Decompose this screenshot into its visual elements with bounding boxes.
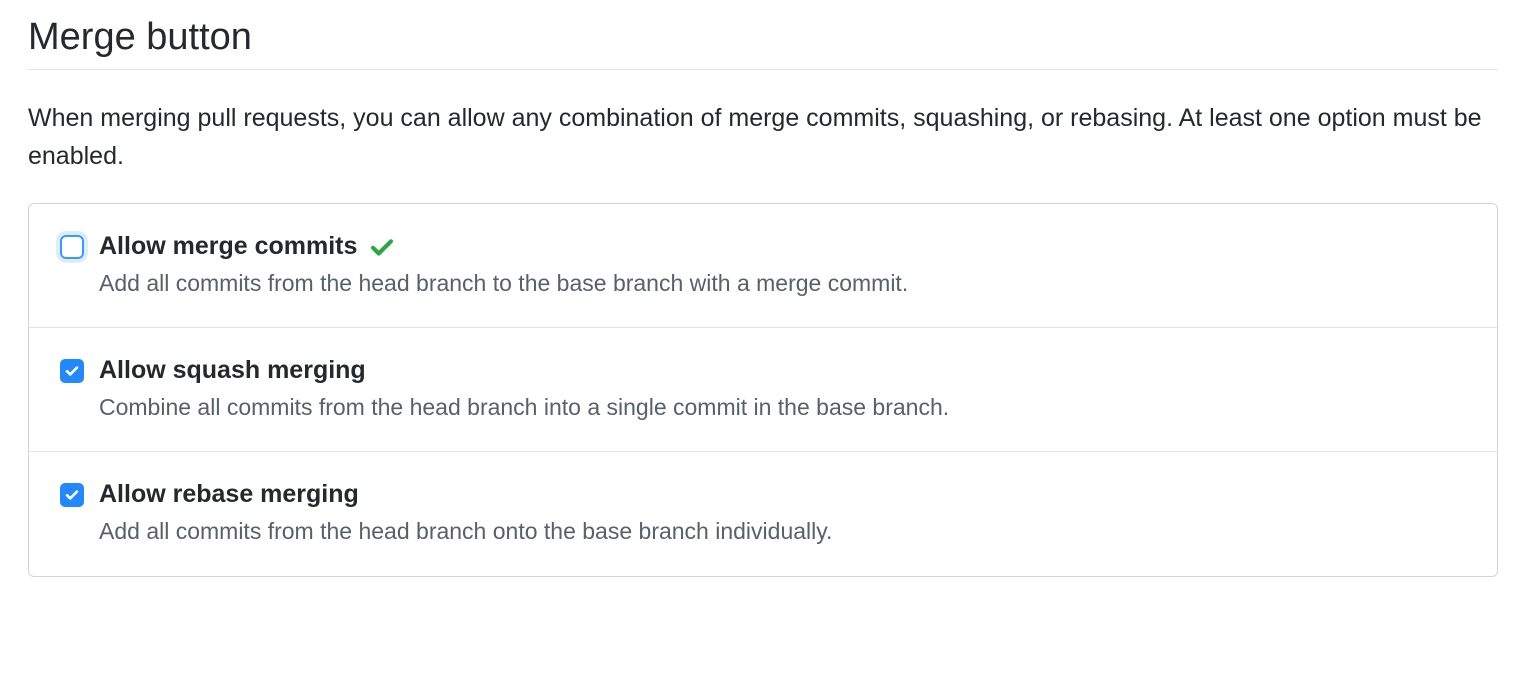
merge-button-settings-section: Merge button When merging pull requests,…	[0, 0, 1526, 607]
option-title-line: Allow rebase merging	[99, 480, 1467, 509]
option-title: Allow rebase merging	[99, 480, 359, 509]
option-body: Allow rebase merging Add all commits fro…	[99, 480, 1467, 547]
checkbox-checked-icon	[60, 483, 84, 507]
section-title-divider	[28, 69, 1498, 70]
option-title-line: Allow merge commits	[99, 232, 1467, 261]
saved-check-icon	[369, 234, 395, 260]
section-title: Merge button	[28, 16, 1498, 59]
checkbox-unchecked-icon	[60, 235, 84, 259]
option-title-line: Allow squash merging	[99, 356, 1467, 385]
option-description: Add all commits from the head branch ont…	[99, 515, 1467, 547]
option-title: Allow merge commits	[99, 232, 357, 261]
checkbox-merge-commits[interactable]	[59, 234, 85, 260]
option-body: Allow squash merging Combine all commits…	[99, 356, 1467, 423]
section-description: When merging pull requests, you can allo…	[28, 100, 1498, 175]
checkbox-rebase-merging[interactable]	[59, 482, 85, 508]
merge-options-list: Allow merge commits Add all commits from…	[28, 203, 1498, 577]
option-squash-merging: Allow squash merging Combine all commits…	[29, 328, 1497, 452]
option-description: Combine all commits from the head branch…	[99, 391, 1467, 423]
option-merge-commits: Allow merge commits Add all commits from…	[29, 204, 1497, 328]
option-rebase-merging: Allow rebase merging Add all commits fro…	[29, 452, 1497, 575]
option-description: Add all commits from the head branch to …	[99, 267, 1467, 299]
option-title: Allow squash merging	[99, 356, 366, 385]
checkbox-checked-icon	[60, 359, 84, 383]
checkbox-squash-merging[interactable]	[59, 358, 85, 384]
option-body: Allow merge commits Add all commits from…	[99, 232, 1467, 299]
